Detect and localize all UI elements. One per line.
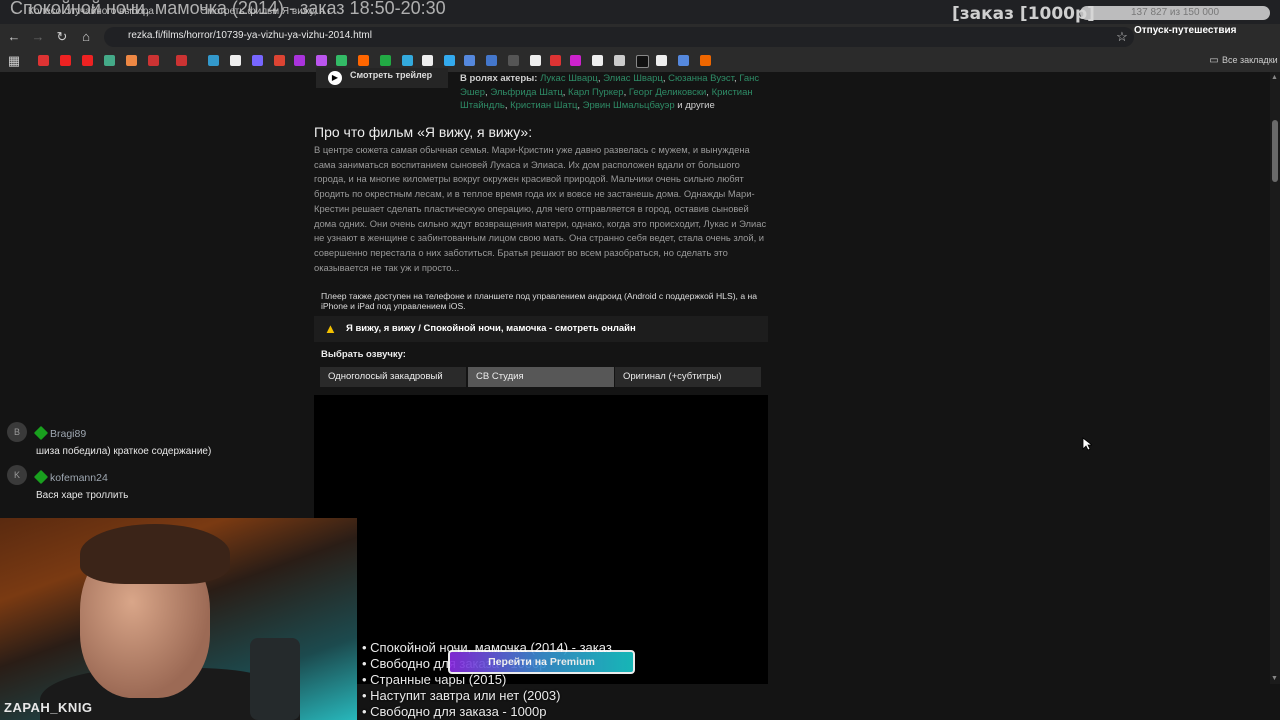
- bookmark-icon[interactable]: [656, 55, 667, 66]
- bookmark-icon[interactable]: [126, 55, 137, 66]
- bookmark-icon[interactable]: [422, 55, 433, 66]
- bookmark-icon[interactable]: [316, 55, 327, 66]
- bookmark-icon[interactable]: [294, 55, 305, 66]
- bookmark-icon[interactable]: [148, 55, 159, 66]
- webcam-feed: [0, 518, 357, 720]
- chat-badge-icon: [33, 469, 49, 485]
- chat-message: шиза победила) краткое содержание): [36, 446, 212, 457]
- stream-title: Спокойной ночи, мамочка (2014) - заказ 1…: [10, 0, 446, 18]
- bookmark-icon[interactable]: [176, 55, 187, 66]
- actors-label: В ролях актеры:: [460, 73, 538, 84]
- chat-username[interactable]: Bragi89: [33, 425, 87, 441]
- bookmark-icon[interactable]: [464, 55, 475, 66]
- chat-avatar: B: [7, 422, 27, 442]
- bookmark-icon[interactable]: [402, 55, 413, 66]
- reload-icon[interactable]: ↻: [54, 29, 70, 45]
- actor-link[interactable]: Георг Деликовски: [629, 87, 706, 98]
- bookmark-icon[interactable]: [570, 55, 581, 66]
- trailer-button[interactable]: ▶ Смотреть трейлер: [316, 68, 448, 88]
- play-icon: ▶: [328, 71, 342, 85]
- watch-title-bar: ▲ Я вижу, я вижу / Спокойной ночи, мамоч…: [314, 316, 768, 342]
- bookmark-icon[interactable]: [530, 55, 541, 66]
- bookmark-icon[interactable]: [60, 55, 71, 66]
- chat-avatar: K: [7, 465, 27, 485]
- voice-option-sv[interactable]: СВ Студия: [468, 367, 614, 387]
- voice-option-single[interactable]: Одноголосый закадровый: [320, 367, 466, 387]
- all-bookmarks[interactable]: Все закладки: [1222, 55, 1278, 65]
- order-item: • Наступит завтра или нет (2003): [362, 688, 561, 703]
- about-heading: Про что фильм «Я вижу, я вижу»:: [314, 124, 533, 140]
- about-text: В центре сюжета самая обычная семья. Мар…: [314, 144, 767, 273]
- bookmark-icon[interactable]: [38, 55, 49, 66]
- page-scrollbar[interactable]: ▲ ▼: [1270, 72, 1280, 684]
- voice-option-label: Одноголосый закадровый: [328, 371, 443, 382]
- chat-message: Вася харе троллить: [36, 490, 129, 501]
- forward-icon[interactable]: →: [30, 29, 46, 45]
- order-item: • Свободно для заказа - 1000р: [362, 704, 547, 719]
- bookmark-icon[interactable]: [336, 55, 347, 66]
- chat-username-text: Bragi89: [50, 428, 87, 440]
- actor-link[interactable]: Кристиан Шатц: [510, 100, 577, 111]
- chat-username-text: kofemann24: [50, 472, 108, 484]
- scroll-up-icon[interactable]: ▲: [1271, 74, 1278, 81]
- trailer-label: Смотреть трейлер: [350, 70, 433, 80]
- bookmark-icon[interactable]: [274, 55, 285, 66]
- scroll-down-icon[interactable]: ▼: [1271, 675, 1278, 682]
- streamer-name: ZAPAH_KNIG: [4, 700, 93, 715]
- back-icon[interactable]: ←: [6, 29, 22, 45]
- mouse-cursor-icon: [1082, 437, 1092, 451]
- actor-link[interactable]: Сюзанна Вуэст: [668, 73, 734, 84]
- warning-icon: ▲: [324, 321, 337, 336]
- bookmark-icon[interactable]: [486, 55, 497, 66]
- voice-option-label: СВ Студия: [476, 371, 524, 382]
- premium-button[interactable]: Перейти на Premium: [448, 650, 635, 674]
- streamer-hair: [80, 524, 230, 584]
- bookmark-icon[interactable]: [508, 55, 519, 66]
- bookmark-icon[interactable]: [592, 55, 603, 66]
- bookmarks-bar: ▦ ▭ Все закладки: [0, 50, 1280, 73]
- order-item: • Странные чары (2015): [362, 672, 507, 687]
- actor-link[interactable]: Эрвин Шмальцбауэр: [583, 100, 675, 111]
- actors-suffix: и другие: [674, 100, 715, 111]
- bookmark-icon[interactable]: [208, 55, 219, 66]
- actor-link[interactable]: Эльфрида Шатц: [490, 87, 562, 98]
- actor-link[interactable]: Лукас Шварц: [540, 73, 598, 84]
- voice-option-label: Оригинал (+субтитры): [623, 371, 722, 382]
- bookmark-icon[interactable]: [380, 55, 391, 66]
- vacation-label: Отпуск-путешествия: [1134, 25, 1237, 36]
- bookmark-icon[interactable]: [614, 55, 625, 66]
- player-note: Плеер также доступен на телефоне и планш…: [321, 291, 758, 311]
- voice-option-original[interactable]: Оригинал (+субтитры): [615, 367, 761, 387]
- order-badge: [заказ [1000р]: [952, 4, 1095, 24]
- bookmark-icon[interactable]: [82, 55, 93, 66]
- bookmark-icon[interactable]: [230, 55, 241, 66]
- chat-username[interactable]: kofemann24: [33, 469, 108, 485]
- scrollbar-thumb[interactable]: [1272, 120, 1278, 182]
- voice-label: Выбрать озвучку:: [321, 349, 406, 360]
- bookmark-icon[interactable]: [252, 55, 263, 66]
- bookmark-icon[interactable]: [678, 55, 689, 66]
- url-field[interactable]: rezka.fi/films/horror/10739-ya-vizhu-ya-…: [104, 27, 1134, 47]
- bookmark-icon[interactable]: [358, 55, 369, 66]
- bookmark-icon[interactable]: [444, 55, 455, 66]
- bookmark-star-icon[interactable]: ☆: [1114, 29, 1130, 45]
- bookmark-icon[interactable]: [550, 55, 561, 66]
- actor-link[interactable]: Элиас Шварц: [603, 73, 663, 84]
- url-text: rezka.fi/films/horror/10739-ya-vizhu-ya-…: [128, 30, 372, 41]
- microphone: [250, 638, 300, 720]
- bookmark-icon[interactable]: [700, 55, 711, 66]
- actor-link[interactable]: Карл Пуркер: [568, 87, 624, 98]
- bookmark-icon[interactable]: [636, 55, 649, 68]
- watch-title: Я вижу, я вижу / Спокойной ночи, мамочка…: [346, 323, 636, 334]
- apps-grid-icon[interactable]: ▦: [6, 53, 22, 69]
- chat-badge-icon: [33, 425, 49, 441]
- bookmark-icon[interactable]: [104, 55, 115, 66]
- address-toolbar: ← → ↻ ⌂ rezka.fi/films/horror/10739-ya-v…: [0, 24, 1280, 50]
- folder-icon[interactable]: ▭: [1206, 53, 1222, 69]
- home-icon[interactable]: ⌂: [78, 29, 94, 45]
- donation-progress: 137 827 из 150 000: [1080, 6, 1270, 20]
- actors-block: В ролях актеры: Лукас Шварц, Элиас Шварц…: [460, 72, 780, 113]
- progress-text: 137 827 из 150 000: [1130, 7, 1220, 18]
